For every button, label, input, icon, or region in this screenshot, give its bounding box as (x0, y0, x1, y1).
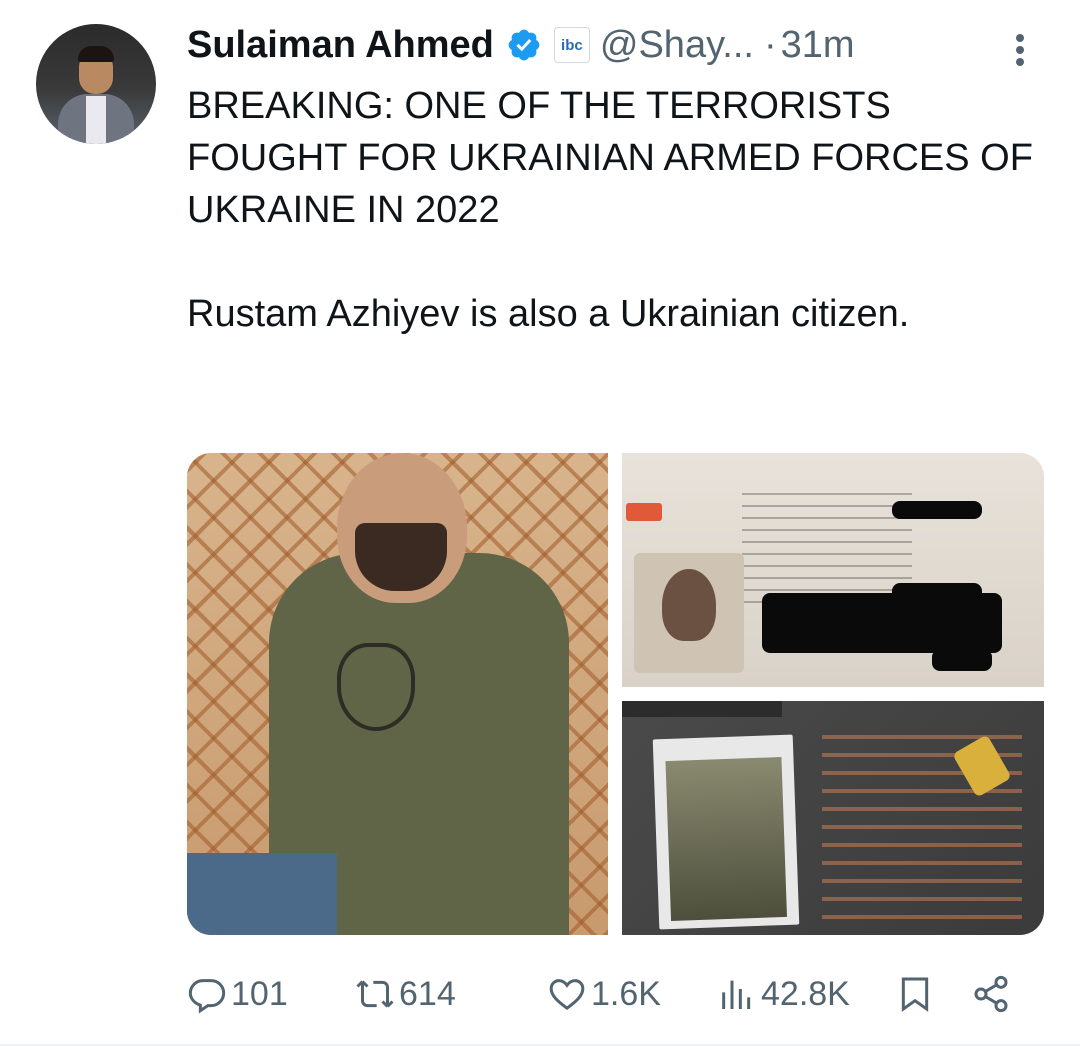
like-icon (549, 979, 585, 1011)
image-redaction (892, 501, 982, 519)
share-icon (974, 975, 1008, 1013)
author-handle[interactable]: @Shay... (600, 24, 754, 67)
image-passport-photo (634, 553, 744, 673)
avatar-hair (78, 46, 114, 62)
media-grid[interactable] (187, 453, 1044, 935)
affiliation-badge[interactable]: ibc (553, 27, 590, 63)
like-button[interactable]: 1.6K (547, 966, 661, 1022)
author-name[interactable]: Sulaiman Ahmed (187, 24, 494, 67)
image-figure-jeans (187, 853, 337, 935)
reply-button[interactable]: 101 (187, 966, 288, 1022)
image-redaction (932, 649, 992, 671)
post-time[interactable]: 31m (781, 24, 855, 67)
bookmark-button[interactable] (895, 966, 935, 1022)
like-count: 1.6K (591, 974, 661, 1013)
media-image-2[interactable] (622, 453, 1044, 687)
views-icon (722, 980, 751, 1009)
views-count: 42.8K (761, 974, 850, 1013)
media-image-1[interactable] (187, 453, 608, 935)
tweet-header: Sulaiman Ahmed ibc @Shay... · 31m (187, 20, 855, 70)
avatar[interactable] (36, 24, 156, 144)
image-header-bar (622, 701, 782, 717)
action-bar: 101 614 1.6K 42.8K (187, 966, 1047, 1022)
image-photo-card (652, 734, 800, 930)
image-passport-stamp (626, 503, 662, 521)
repost-button[interactable]: 614 (355, 966, 456, 1022)
repost-count: 614 (399, 974, 456, 1013)
image-shirt-crest (337, 643, 415, 731)
repost-icon (356, 980, 394, 1008)
media-image-3[interactable] (622, 701, 1044, 935)
views-button[interactable]: 42.8K (717, 966, 850, 1022)
more-icon[interactable] (1008, 30, 1032, 70)
reply-count: 101 (231, 974, 288, 1013)
verified-icon[interactable] (506, 27, 542, 63)
image-passport-lines (742, 483, 912, 603)
image-figure-beard (355, 523, 447, 591)
bookmark-icon (901, 977, 929, 1012)
reply-icon (188, 979, 226, 1014)
tweet-text: BREAKING: ONE OF THE TERRORISTS FOUGHT F… (187, 85, 1033, 335)
avatar-shirt (86, 96, 106, 144)
separator-dot: · (763, 23, 777, 66)
image-redaction (892, 583, 982, 605)
share-button[interactable] (971, 966, 1011, 1022)
